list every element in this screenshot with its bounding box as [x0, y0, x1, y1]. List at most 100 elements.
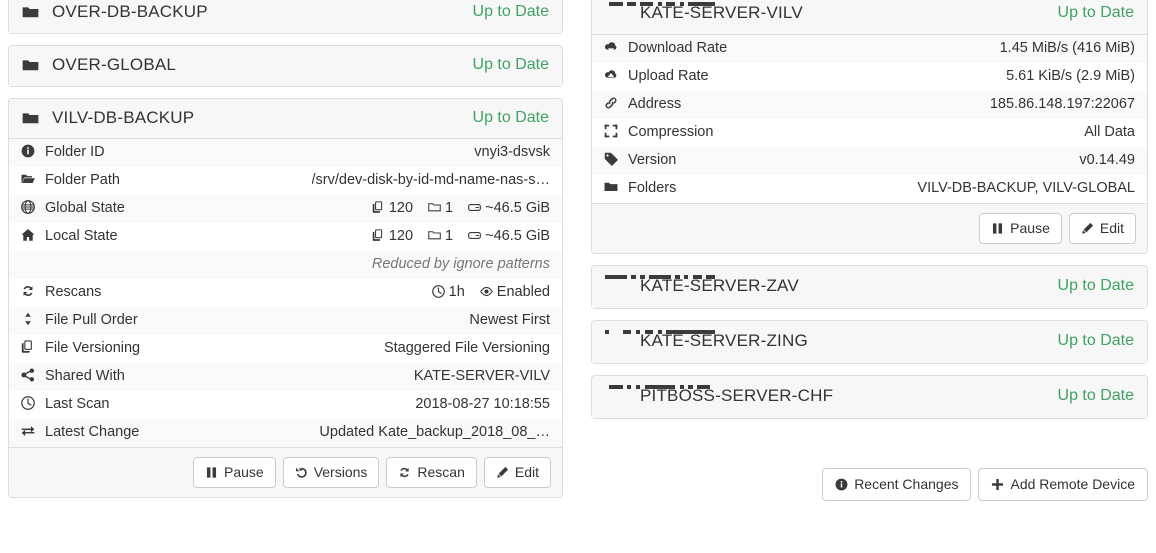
detail-key: Version [592, 147, 802, 175]
detail-value: Newest First [204, 307, 562, 335]
value-group: Enabled [479, 284, 550, 301]
detail-value: 5.61 KiB/s (2.9 MiB) [802, 63, 1147, 91]
detail-key: Compression [592, 119, 802, 147]
folder-button-versions[interactable]: Versions [282, 457, 380, 488]
device-panel: KATE-SERVER-ZING Up to Date [591, 320, 1148, 364]
value-group: 120 [372, 200, 413, 217]
exchange-icon [21, 424, 38, 438]
devices-column: KATE-SERVER-VILV Up to Date Download Rate 1… [591, 0, 1148, 430]
value-text: 2018-08-27 10:18:55 [415, 396, 550, 412]
identicon-icon [605, 385, 711, 407]
button-label: Rescan [417, 464, 465, 480]
status-badge: Up to Date [1057, 387, 1134, 404]
detail-row: Compression All Data [592, 119, 1147, 147]
hdd-icon [468, 229, 482, 242]
device-header[interactable]: PITBOSS-SERVER-CHF Up to Date [592, 376, 1147, 418]
detail-row: Download Rate 1.45 MiB/s (416 MiB) [592, 35, 1147, 63]
status-badge: Up to Date [1057, 277, 1134, 294]
device-panel: KATE-SERVER-ZAV Up to Date [591, 265, 1148, 309]
value-group: ~46.5 GiB [468, 200, 550, 217]
detail-key: Global State [9, 195, 204, 223]
value-text: /srv/dev-disk-by-id-md-name-nas-s… [311, 172, 551, 188]
value-text: vnyi3-dsvsk [474, 144, 550, 160]
share-icon [21, 368, 38, 382]
detail-key: Folders [592, 175, 802, 203]
detail-key-label: File Pull Order [45, 312, 138, 328]
pause-icon [991, 222, 1004, 235]
folder-header[interactable]: VILV-DB-BACKUP Up to Date [9, 99, 562, 139]
detail-value: 120 1 ~46.5 GiB [204, 195, 562, 223]
folder-name: OVER-DB-BACKUP [52, 2, 208, 21]
value-group: ~46.5 GiB [468, 228, 550, 245]
device-header[interactable]: KATE-SERVER-ZING Up to Date [592, 321, 1147, 363]
folder-icon [604, 180, 621, 194]
detail-row: File Pull Order Newest First [9, 307, 562, 335]
detail-key: Shared With [9, 363, 204, 391]
device-title: KATE-SERVER-ZING [605, 330, 1046, 352]
button-label: Pause [1010, 220, 1050, 236]
device-header[interactable]: KATE-SERVER-VILV Up to Date [592, 0, 1147, 35]
pencil-icon [496, 466, 509, 479]
status-badge: Up to Date [1057, 4, 1134, 21]
detail-value: 1h Enabled [204, 279, 562, 307]
folder-header[interactable]: OVER-GLOBAL Up to Date [9, 46, 562, 86]
folder-button-rescan[interactable]: Rescan [386, 457, 477, 488]
detail-table: Folder ID vnyi3-dsvsk Folder Path/srv/dev-… [9, 139, 562, 447]
device-button-pause[interactable]: Pause [979, 213, 1062, 244]
detail-key-label: Shared With [45, 368, 125, 384]
value-group: 120 [372, 228, 413, 245]
folder-header[interactable]: OVER-DB-BACKUP Up to Date [9, 0, 562, 33]
detail-key-label: Compression [628, 124, 714, 140]
detail-key: Folder ID [9, 139, 204, 167]
detail-key-label: Rescans [45, 284, 102, 300]
value-text: 1h [448, 284, 465, 300]
value-text: All Data [1084, 124, 1135, 140]
folder-icon [22, 4, 39, 21]
button-label: Pause [224, 464, 264, 480]
value-text: ~46.5 GiB [485, 200, 550, 216]
detail-key: Download Rate [592, 35, 802, 63]
device-panel: KATE-SERVER-VILV Up to Date Download Rate 1… [591, 0, 1148, 254]
home-icon [21, 228, 38, 242]
detail-key-label: Download Rate [628, 40, 728, 56]
value-text: Updated Kate_backup_2018_08_… [319, 424, 550, 440]
value-text: 1 [445, 228, 454, 244]
global-button-add-remote-device[interactable]: Add Remote Device [978, 468, 1148, 501]
device-header[interactable]: KATE-SERVER-ZAV Up to Date [592, 266, 1147, 308]
folder-button-pause[interactable]: Pause [193, 457, 276, 488]
detail-note-row: Reduced by ignore patterns [9, 251, 562, 279]
detail-row: Last Scan 2018-08-27 10:18:55 [9, 391, 562, 419]
detail-value: Staggered File Versioning [204, 335, 562, 363]
value-text: 1.45 MiB/s (416 MiB) [999, 40, 1135, 56]
detail-key-label: Folder Path [45, 172, 120, 188]
folder-outline-icon [428, 229, 441, 242]
detail-key: Local State [9, 223, 204, 251]
folder-name: OVER-GLOBAL [52, 55, 177, 74]
folder-body: Folder ID vnyi3-dsvsk Folder Path/srv/dev-… [9, 139, 562, 447]
history-icon [295, 466, 308, 479]
detail-key: File Pull Order [9, 307, 204, 335]
folders-column: OVER-DB-BACKUP Up to Date OVER-GLOBAL Up to… [8, 0, 563, 509]
folder-panel: OVER-GLOBAL Up to Date [8, 45, 563, 87]
detail-row: Local State 120 1 ~46.5 GiB [9, 223, 562, 251]
detail-value: 1.45 MiB/s (416 MiB) [802, 35, 1147, 63]
value-text: 185.86.148.197:22067 [989, 96, 1135, 112]
detail-value: /srv/dev-disk-by-id-md-name-nas-s… [204, 167, 562, 195]
detail-table: Download Rate 1.45 MiB/s (416 MiB) Upload … [592, 35, 1147, 203]
detail-key: Folder Path [9, 167, 204, 195]
detail-key: Latest Change [9, 419, 204, 447]
button-label: Edit [1099, 220, 1124, 236]
value-group: 1 [428, 228, 453, 245]
global-button-recent-changes[interactable]: Recent Changes [822, 468, 972, 501]
device-button-edit[interactable]: Edit [1068, 213, 1136, 244]
detail-key-label: Last Scan [45, 396, 110, 412]
detail-row: Rescans 1h Enabled [9, 279, 562, 307]
identicon-icon [605, 275, 715, 297]
value-text: 5.61 KiB/s (2.9 MiB) [1006, 68, 1135, 84]
status-badge: Up to Date [1057, 332, 1134, 349]
folder-open-icon [21, 172, 38, 186]
device-title: KATE-SERVER-VILV [605, 2, 1046, 24]
value-text: 120 [388, 228, 414, 244]
folder-button-edit[interactable]: Edit [483, 457, 551, 488]
device-title: KATE-SERVER-ZAV [605, 275, 1046, 297]
